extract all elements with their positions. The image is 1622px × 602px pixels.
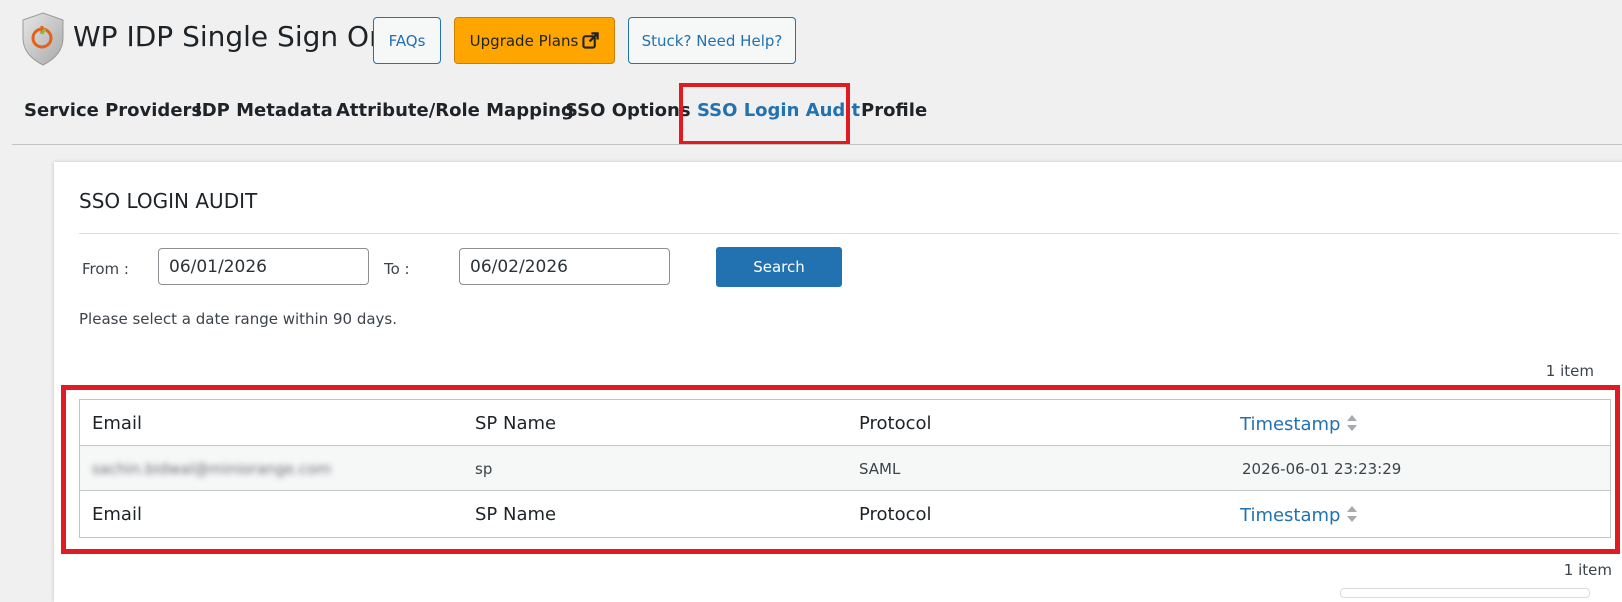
from-date-input[interactable] <box>158 248 369 285</box>
tab-sso-options[interactable]: SSO Options <box>565 100 691 121</box>
search-button-label: Search <box>753 258 805 276</box>
date-range-hint: Please select a date range within 90 day… <box>79 310 398 328</box>
item-count-bottom: 1 item <box>1563 561 1612 579</box>
item-count-top: 1 item <box>1545 362 1594 380</box>
external-link-icon <box>582 32 600 49</box>
audit-title: SSO LOGIN AUDIT <box>79 189 258 213</box>
tab-service-providers[interactable]: Service Providers <box>24 100 202 121</box>
app-title: WP IDP Single Sign On <box>73 20 387 53</box>
from-label: From : <box>82 260 129 278</box>
tab-idp-metadata[interactable]: IDP Metadata <box>195 100 333 121</box>
search-button[interactable]: Search <box>716 247 842 287</box>
shield-logo-icon <box>22 12 64 66</box>
tab-profile[interactable]: Profile <box>861 100 927 121</box>
pagination-box <box>1340 588 1590 598</box>
need-help-button[interactable]: Stuck? Need Help? <box>628 17 796 64</box>
tab-attribute-role-mapping[interactable]: Attribute/Role Mapping <box>336 100 574 121</box>
upgrade-plans-label: Upgrade Plans <box>469 31 579 50</box>
tabs-divider <box>12 144 1622 145</box>
need-help-label: Stuck? Need Help? <box>641 31 783 50</box>
faqs-button[interactable]: FAQs <box>373 17 441 64</box>
faqs-button-label: FAQs <box>388 31 426 50</box>
table-highlight-box <box>61 385 1620 554</box>
active-tab-highlight-box <box>679 83 850 145</box>
plugin-header: WP IDP Single Sign On FAQs Upgrade Plans… <box>0 0 1622 84</box>
to-label: To : <box>384 260 410 278</box>
title-divider <box>79 233 1619 234</box>
to-date-input[interactable] <box>459 248 670 285</box>
upgrade-plans-button[interactable]: Upgrade Plans <box>454 17 615 64</box>
